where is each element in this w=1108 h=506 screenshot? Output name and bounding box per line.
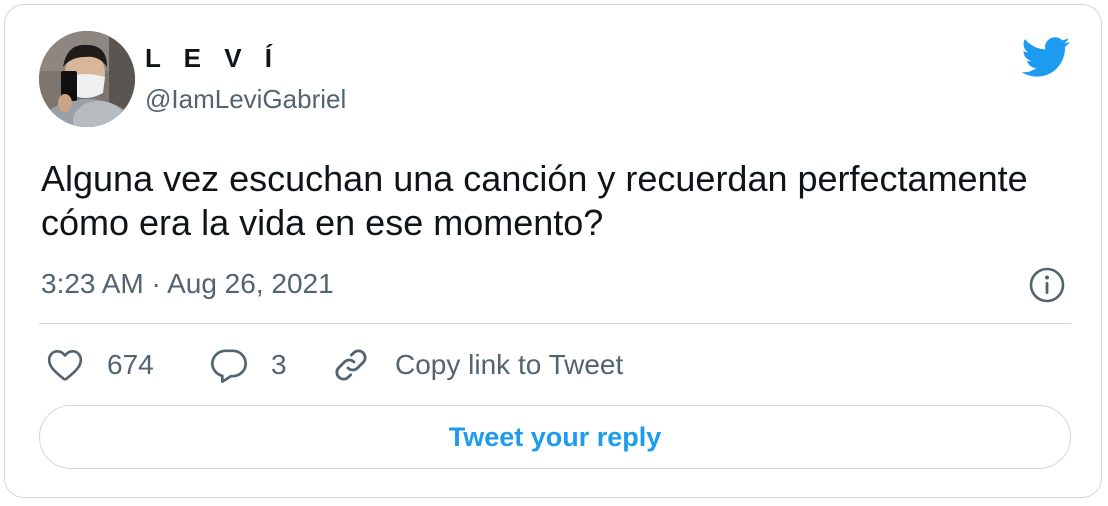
twitter-bird-icon[interactable]	[1021, 37, 1071, 78]
like-button[interactable]: 674	[45, 345, 154, 385]
link-icon	[335, 349, 367, 381]
reply-button[interactable]: 3	[209, 345, 287, 385]
display-name[interactable]: L E V Í	[145, 43, 280, 73]
tweet-your-reply-button[interactable]: Tweet your reply	[39, 405, 1071, 469]
tweet-timestamp[interactable]: 3:23 AM · Aug 26, 2021	[41, 267, 334, 301]
avatar-photo	[39, 31, 135, 127]
info-icon[interactable]	[1027, 265, 1067, 305]
speech-bubble-icon	[211, 349, 248, 383]
tweet-text: Alguna vez escuchan una canción y recuer…	[41, 158, 1028, 243]
avatar[interactable]	[39, 31, 135, 127]
copy-link-button[interactable]: Copy link to Tweet	[331, 345, 623, 385]
user-handle[interactable]: @IamLeviGabriel	[145, 83, 346, 115]
tweet-card[interactable]: L E V Í @IamLeviGabriel Alguna vez escuc…	[4, 4, 1102, 498]
like-count: 674	[107, 349, 154, 380]
copy-link-label: Copy link to Tweet	[395, 349, 624, 380]
heart-icon	[47, 350, 83, 381]
reply-count: 3	[271, 349, 287, 380]
divider	[39, 323, 1071, 324]
